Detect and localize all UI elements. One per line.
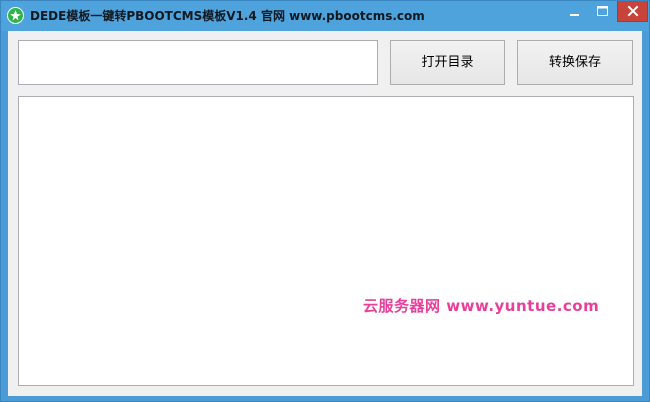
open-directory-button[interactable]: 打开目录	[390, 40, 505, 85]
close-button[interactable]	[617, 1, 648, 22]
watermark-text: 云服务器网 www.yuntue.com	[363, 297, 600, 315]
minimize-button[interactable]	[561, 1, 588, 22]
close-icon	[627, 5, 639, 17]
directory-path-input[interactable]	[18, 40, 378, 85]
minimize-icon	[570, 14, 579, 16]
app-window: DEDE模板一键转PBOOTCMS模板V1.4 官网 www.pbootcms.…	[0, 0, 650, 402]
maximize-button[interactable]	[589, 1, 616, 22]
app-leaf-icon	[7, 7, 24, 24]
client-area: 打开目录 转换保存 云服务器网 www.yuntue.com	[8, 31, 642, 396]
maximize-icon	[597, 6, 608, 16]
title-bar[interactable]: DEDE模板一键转PBOOTCMS模板V1.4 官网 www.pbootcms.…	[1, 1, 649, 31]
output-textarea[interactable]	[18, 96, 634, 386]
window-title: DEDE模板一键转PBOOTCMS模板V1.4 官网 www.pbootcms.…	[30, 9, 425, 23]
convert-save-button[interactable]: 转换保存	[517, 40, 633, 85]
